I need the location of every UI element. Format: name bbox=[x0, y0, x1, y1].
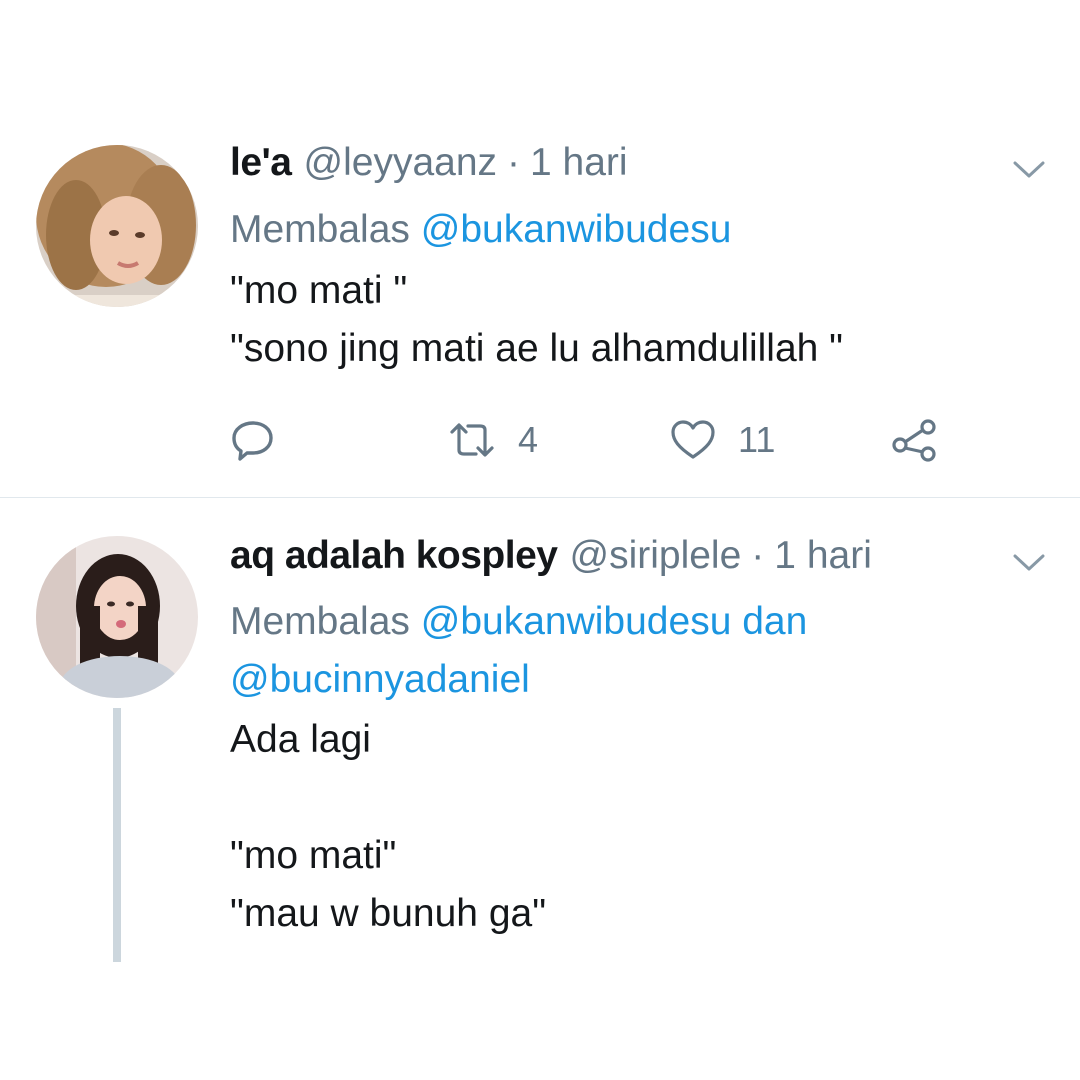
display-name[interactable]: le'a bbox=[230, 141, 292, 185]
share-icon bbox=[892, 419, 936, 462]
chevron-down-icon[interactable] bbox=[1012, 553, 1046, 573]
tweet-text: "mo mati " "sono jing mati ae lu alhamdu… bbox=[230, 269, 844, 370]
tweet-header: le'a @leyyaanz · 1 hari bbox=[230, 141, 628, 191]
reply-icon bbox=[232, 421, 273, 461]
avatar[interactable] bbox=[36, 145, 198, 307]
share-button[interactable] bbox=[890, 412, 938, 468]
display-name[interactable]: aq adalah kospley bbox=[230, 534, 558, 578]
timestamp[interactable]: 1 hari bbox=[530, 141, 628, 185]
separator-dot: · bbox=[751, 534, 765, 577]
like-count: 11 bbox=[738, 419, 776, 460]
avatar[interactable] bbox=[36, 536, 198, 698]
timestamp[interactable]: 1 hari bbox=[774, 534, 872, 578]
thread-line bbox=[113, 708, 121, 962]
retweet-count: 4 bbox=[518, 419, 539, 460]
mention-link[interactable]: @bukanwibudesu bbox=[421, 600, 732, 643]
reply-joiner: dan bbox=[742, 600, 808, 643]
avatar-photo bbox=[36, 145, 198, 307]
reply-context: Membalas @bukanwibudesu bbox=[230, 201, 731, 259]
user-handle[interactable]: @leyyaanz bbox=[304, 141, 498, 185]
heart-icon bbox=[671, 420, 715, 459]
separator-dot: · bbox=[507, 141, 521, 184]
chevron-down-icon[interactable] bbox=[1012, 160, 1046, 180]
reply-prefix: Membalas bbox=[230, 600, 410, 643]
mention-link[interactable]: @bucinnyadaniel bbox=[230, 658, 530, 701]
retweet-icon bbox=[450, 423, 494, 457]
reply-context: Membalas @bukanwibudesu dan @bucinnyadan… bbox=[230, 593, 1030, 709]
like-button[interactable]: 11 bbox=[670, 412, 775, 468]
tweet-item[interactable]: le'a @leyyaanz · 1 hari Membalas @bukanw… bbox=[0, 0, 1080, 497]
reply-button[interactable] bbox=[230, 412, 276, 468]
retweet-button[interactable]: 4 bbox=[448, 412, 538, 468]
tweet-text: Ada lagi "mo mati" "mau w bunuh ga" bbox=[230, 718, 547, 935]
tweet-actions: 4 11 bbox=[230, 412, 950, 468]
tweet-header: aq adalah kospley @siriplele · 1 hari bbox=[230, 534, 872, 584]
user-handle[interactable]: @siriplele bbox=[569, 534, 741, 578]
reply-prefix: Membalas bbox=[230, 208, 410, 251]
mention-link[interactable]: @bukanwibudesu bbox=[421, 208, 732, 251]
avatar-photo bbox=[36, 536, 198, 698]
tweet-item[interactable]: aq adalah kospley @siriplele · 1 hari Me… bbox=[0, 498, 1080, 1080]
